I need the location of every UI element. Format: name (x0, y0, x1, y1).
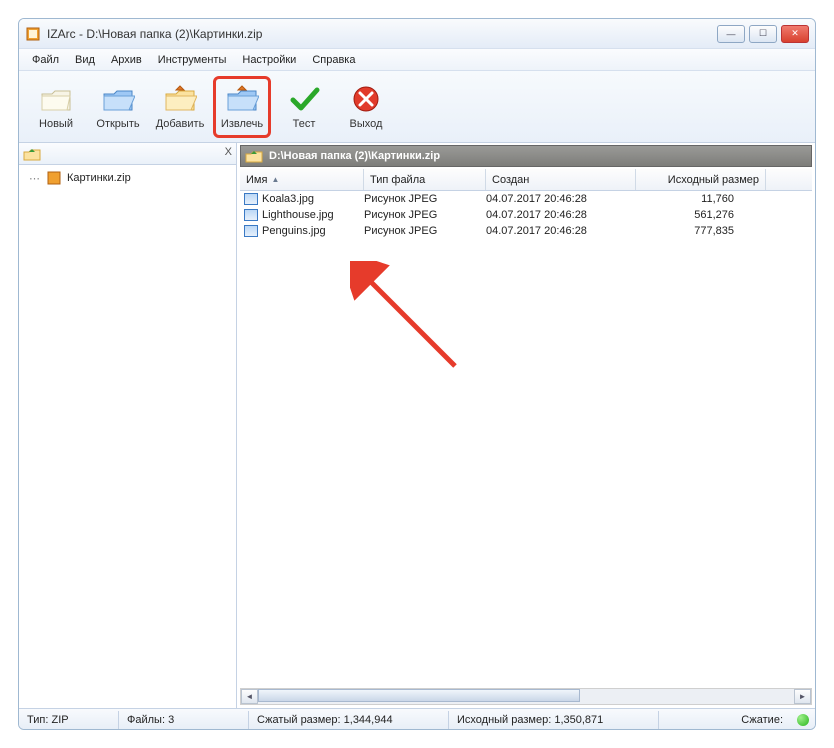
status-packed: Сжатый размер: 1,344,944 (249, 711, 449, 729)
scroll-right-button[interactable]: ► (794, 689, 811, 704)
path-text: D:\Новая папка (2)\Картинки.zip (269, 150, 440, 162)
archive-icon (47, 171, 61, 185)
list-item[interactable]: Lighthouse.jpg Рисунок JPEG 04.07.2017 2… (240, 207, 812, 223)
col-size[interactable]: Исходный размер (636, 169, 766, 190)
side-panel: X ⋯ Картинки.zip (19, 143, 237, 708)
folder-extract-icon (225, 84, 259, 114)
exit-label: Выход (350, 118, 383, 130)
add-button[interactable]: Добавить (151, 76, 209, 138)
menu-help[interactable]: Справка (305, 52, 362, 68)
column-headers: Имя▲ Тип файла Создан Исходный размер (240, 169, 812, 191)
folder-add-icon (163, 84, 197, 114)
add-label: Добавить (156, 118, 205, 130)
status-ratio: Сжатие: (659, 711, 791, 729)
folder-up-icon[interactable] (245, 148, 263, 164)
col-created[interactable]: Создан (486, 169, 636, 190)
status-orig: Исходный размер: 1,350,871 (449, 711, 659, 729)
folder-new-icon (39, 84, 73, 114)
panel-close-button[interactable]: X (225, 146, 232, 158)
exit-icon (349, 84, 383, 114)
tree-root-label: Картинки.zip (67, 172, 131, 184)
tree-dots-icon: ⋯ (29, 172, 39, 185)
scroll-track[interactable] (258, 689, 794, 704)
image-icon (244, 209, 258, 221)
open-button[interactable]: Открыть (89, 76, 147, 138)
check-icon (287, 84, 321, 114)
folder-open-icon (101, 84, 135, 114)
close-button[interactable]: ✕ (781, 25, 809, 43)
test-label: Тест (293, 118, 316, 130)
horizontal-scrollbar[interactable]: ◄ ► (240, 688, 812, 705)
extract-button[interactable]: Извлечь (213, 76, 271, 138)
menu-view[interactable]: Вид (68, 52, 102, 68)
col-name[interactable]: Имя▲ (240, 169, 364, 190)
open-label: Открыть (96, 118, 139, 130)
window-title: IZArc - D:\Новая папка (2)\Картинки.zip (47, 27, 717, 41)
scroll-left-button[interactable]: ◄ (241, 689, 258, 704)
app-icon (25, 26, 41, 42)
menu-settings[interactable]: Настройки (235, 52, 303, 68)
toolbar: Новый Открыть Добавить Извлечь Тест Выхо… (19, 71, 815, 143)
scroll-thumb[interactable] (258, 689, 580, 702)
side-panel-header: X (19, 143, 236, 165)
window-frame: IZArc - D:\Новая папка (2)\Картинки.zip … (18, 18, 816, 730)
status-files: Файлы: 3 (119, 711, 249, 729)
sort-asc-icon: ▲ (271, 175, 279, 184)
maximize-button[interactable]: ☐ (749, 25, 777, 43)
image-icon (244, 225, 258, 237)
tree-view[interactable]: ⋯ Картинки.zip (19, 165, 236, 708)
menu-tools[interactable]: Инструменты (151, 52, 234, 68)
file-list[interactable]: Koala3.jpg Рисунок JPEG 04.07.2017 20:46… (240, 191, 812, 688)
content-panel: D:\Новая папка (2)\Картинки.zip Имя▲ Тип… (237, 143, 815, 708)
list-item[interactable]: Koala3.jpg Рисунок JPEG 04.07.2017 20:46… (240, 191, 812, 207)
minimize-button[interactable]: — (717, 25, 745, 43)
list-item[interactable]: Penguins.jpg Рисунок JPEG 04.07.2017 20:… (240, 223, 812, 239)
path-bar: D:\Новая папка (2)\Картинки.zip (240, 145, 812, 167)
titlebar: IZArc - D:\Новая папка (2)\Картинки.zip … (19, 19, 815, 49)
tree-root-item[interactable]: ⋯ Картинки.zip (29, 171, 226, 185)
image-icon (244, 193, 258, 205)
folder-up-icon[interactable] (23, 146, 41, 162)
menu-archive[interactable]: Архив (104, 52, 149, 68)
menu-file[interactable]: Файл (25, 52, 66, 68)
status-bar: Тип: ZIP Файлы: 3 Сжатый размер: 1,344,9… (19, 708, 815, 730)
extract-label: Извлечь (221, 118, 263, 130)
new-label: Новый (39, 118, 73, 130)
exit-button[interactable]: Выход (337, 76, 395, 138)
new-button[interactable]: Новый (27, 76, 85, 138)
col-type[interactable]: Тип файла (364, 169, 486, 190)
status-indicator-icon (797, 714, 809, 726)
annotation-arrow-icon (350, 261, 470, 381)
menubar: Файл Вид Архив Инструменты Настройки Спр… (19, 49, 815, 71)
test-button[interactable]: Тест (275, 76, 333, 138)
status-type: Тип: ZIP (19, 711, 119, 729)
